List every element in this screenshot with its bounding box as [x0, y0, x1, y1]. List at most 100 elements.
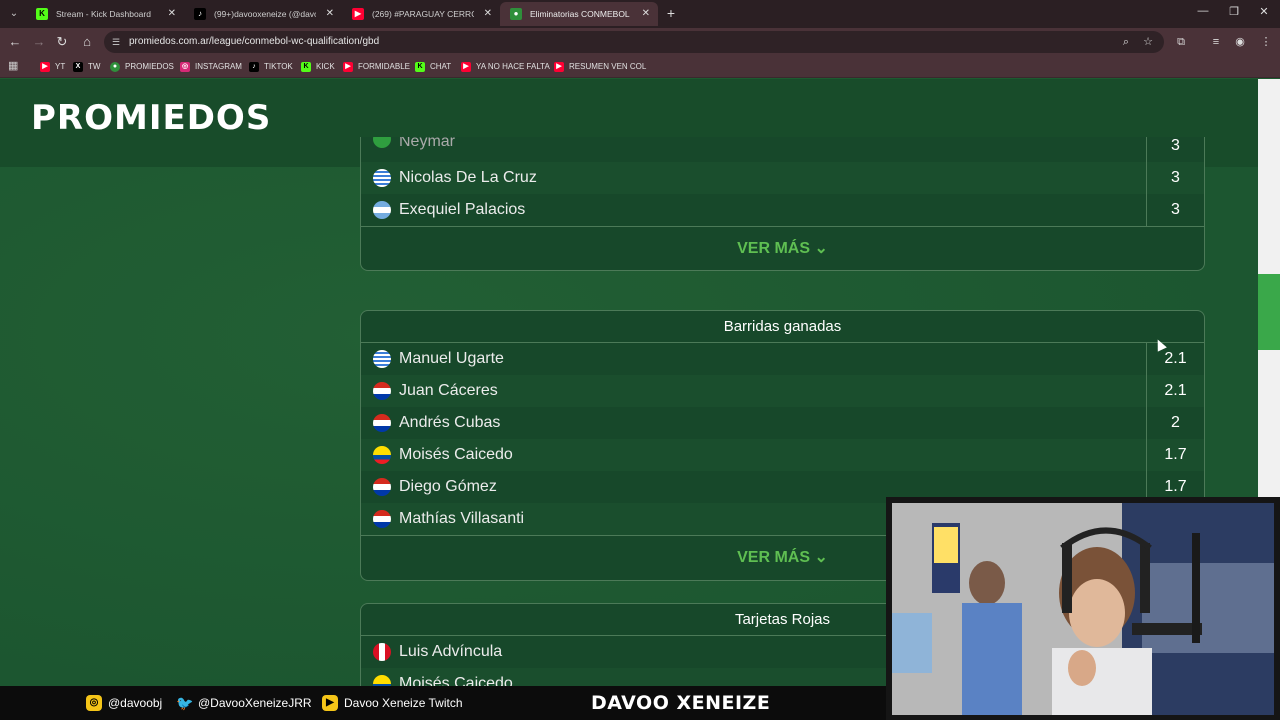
tab-youtube[interactable]: ▶ (269) #PARAGUAY CERRÓ las Eliminatoria…	[342, 2, 500, 26]
tiktok-icon: ♪	[249, 62, 259, 72]
promiedos-logo[interactable]: PROMIEDOS	[31, 98, 271, 138]
twitter-handle: 🐦 @DavooXeneizeJRR	[176, 695, 312, 711]
site-info-icon[interactable]: ☰	[112, 36, 124, 48]
table-row[interactable]: Exequiel Palacios 3	[361, 194, 1204, 226]
table-row[interactable]: Juan Cáceres 2.1	[361, 375, 1204, 407]
peru-flag-icon	[373, 643, 391, 661]
youtube-icon: ▶	[322, 695, 338, 711]
minimize-icon[interactable]: —	[1194, 5, 1212, 17]
close-icon[interactable]: ✕	[326, 2, 334, 26]
player-name: Nicolas De La Cruz	[399, 169, 537, 186]
tab-label: Eliminatorias CONMEBOL - POSICIONES	[530, 9, 632, 19]
back-icon[interactable]: ←	[6, 33, 24, 51]
paraguay-flag-icon	[373, 478, 391, 496]
promiedos-icon: ●	[510, 8, 522, 20]
tab-label: (269) #PARAGUAY CERRÓ las Eliminatorias	[372, 9, 474, 19]
profile-icon[interactable]: ◉	[1232, 34, 1248, 50]
tab-label: Stream - Kick Dashboard	[56, 9, 151, 19]
twitter-bird-icon: 🐦	[176, 695, 194, 711]
close-icon[interactable]: ✕	[168, 2, 176, 26]
player-name: Exequiel Palacios	[399, 201, 526, 218]
paraguay-flag-icon	[373, 510, 391, 528]
home-icon[interactable]: ⌂	[78, 33, 96, 51]
reading-list-icon[interactable]: ≡	[1208, 34, 1224, 50]
kick-icon: K	[301, 62, 311, 72]
restore-icon[interactable]: ❐	[1225, 5, 1243, 18]
player-name: Juan Cáceres	[399, 382, 498, 399]
instagram-handle: ◎ @davoobj	[86, 686, 162, 720]
stat-value: 2	[1146, 407, 1204, 439]
stat-value: 2.1	[1146, 375, 1204, 407]
table-row[interactable]: Moisés Caicedo 1.7	[361, 439, 1204, 471]
bookmark-star-icon[interactable]: ☆	[1140, 34, 1156, 50]
ver-mas-button[interactable]: VER MÁS ⌄	[361, 226, 1204, 270]
forward-icon[interactable]: →	[30, 33, 48, 51]
brazil-flag-icon	[373, 137, 391, 148]
table-row[interactable]: Neymar 3	[361, 137, 1204, 162]
player-name: Andrés Cubas	[399, 414, 501, 431]
stat-value: 1.7	[1146, 439, 1204, 471]
webcam-scene-image	[892, 503, 1274, 715]
youtube-icon: ▶	[343, 62, 353, 72]
youtube-icon: ▶	[40, 62, 50, 72]
youtube-channel: ▶ Davoo Xeneize Twitch	[322, 686, 463, 720]
card-title: Barridas ganadas	[361, 311, 1204, 343]
menu-icon[interactable]: ⋮	[1258, 34, 1274, 50]
stat-value: 3	[1146, 194, 1204, 226]
navigation-toolbar: ← → ↻ ⌂ ☰ promiedos.com.ar/league/conmeb…	[0, 28, 1280, 56]
new-tab-icon[interactable]: +	[662, 4, 680, 22]
player-name: Manuel Ugarte	[399, 350, 504, 367]
url-text[interactable]: promiedos.com.ar/league/conmebol-wc-qual…	[129, 31, 379, 53]
stats-card-previous: Neymar 3 Nicolas De La Cruz 3 Exequiel P…	[360, 137, 1205, 271]
zoom-icon[interactable]: ⌕	[1118, 34, 1134, 50]
close-icon[interactable]: ✕	[484, 2, 492, 26]
reload-icon[interactable]: ↻	[53, 33, 71, 51]
bookmark-promiedos[interactable]: ● PROMIEDOS	[110, 59, 174, 75]
tab-label: (99+)davooxeneize (@davooxeneize)	[214, 9, 316, 19]
youtube-icon: ▶	[554, 62, 564, 72]
table-row[interactable]: Nicolas De La Cruz 3	[361, 162, 1204, 194]
instagram-icon: ◎	[86, 695, 102, 711]
kick-icon: K	[415, 62, 425, 72]
instagram-icon: ◎	[180, 62, 190, 72]
player-name: Diego Gómez	[399, 478, 497, 495]
bookmark-formidable[interactable]: ▶ FORMIDABLE	[343, 59, 410, 75]
paraguay-flag-icon	[373, 382, 391, 400]
uruguay-flag-icon	[373, 350, 391, 368]
table-row[interactable]: Manuel Ugarte 2.1	[361, 343, 1204, 375]
scrollbar-thumb[interactable]	[1258, 274, 1280, 350]
apps-grid-icon[interactable]: ▦	[8, 60, 20, 72]
bookmark-instagram[interactable]: ◎ INSTAGRAM	[180, 59, 242, 75]
youtube-icon: ▶	[461, 62, 471, 72]
kick-icon: K	[36, 8, 48, 20]
stat-value: 2.1	[1146, 343, 1204, 375]
player-name: Moisés Caicedo	[399, 446, 513, 463]
tab-kick-dashboard[interactable]: K Stream - Kick Dashboard ✕	[26, 2, 184, 26]
address-bar[interactable]: ☰ promiedos.com.ar/league/conmebol-wc-qu…	[104, 31, 1164, 53]
table-row[interactable]: Andrés Cubas 2	[361, 407, 1204, 439]
close-window-icon[interactable]: ✕	[1255, 5, 1273, 18]
bookmark-resumen-ven-col[interactable]: ▶ RESUMEN VEN COL	[554, 59, 646, 75]
uruguay-flag-icon	[373, 169, 391, 187]
player-name: Luis Advíncula	[399, 643, 503, 660]
webcam-overlay	[886, 497, 1280, 720]
bookmark-ya-no-hace-falta[interactable]: ▶ YA NO HACE FALTA	[461, 59, 550, 75]
tiktok-icon: ♪	[194, 8, 206, 20]
webcam-video	[892, 503, 1274, 715]
tab-tiktok[interactable]: ♪ (99+)davooxeneize (@davooxeneize) ✕	[184, 2, 342, 26]
bookmarks-bar: ▦ ▶ YT X TW ● PROMIEDOS ◎ INSTAGRAM ♪ TIKTOK …	[0, 56, 1280, 78]
stat-value: 3	[1146, 137, 1204, 162]
tab-promiedos[interactable]: ● Eliminatorias CONMEBOL - POSICIONES ✕	[500, 2, 658, 26]
bookmark-yt[interactable]: ▶ YT	[40, 59, 65, 75]
ecuador-flag-icon	[373, 446, 391, 464]
tab-strip: ⌄ K Stream - Kick Dashboard ✕ ♪ (99+)dav…	[0, 0, 1280, 28]
paraguay-flag-icon	[373, 414, 391, 432]
extensions-icon[interactable]: ⧉	[1173, 34, 1189, 50]
bookmark-kick[interactable]: K KICK	[301, 59, 335, 75]
bookmark-chat[interactable]: K CHAT	[415, 59, 451, 75]
x-icon: X	[73, 62, 83, 72]
close-icon[interactable]: ✕	[642, 2, 650, 26]
bookmark-tiktok[interactable]: ♪ TIKTOK	[249, 59, 293, 75]
tab-search-icon[interactable]: ⌄	[5, 5, 23, 23]
bookmark-tw[interactable]: X TW	[73, 59, 100, 75]
